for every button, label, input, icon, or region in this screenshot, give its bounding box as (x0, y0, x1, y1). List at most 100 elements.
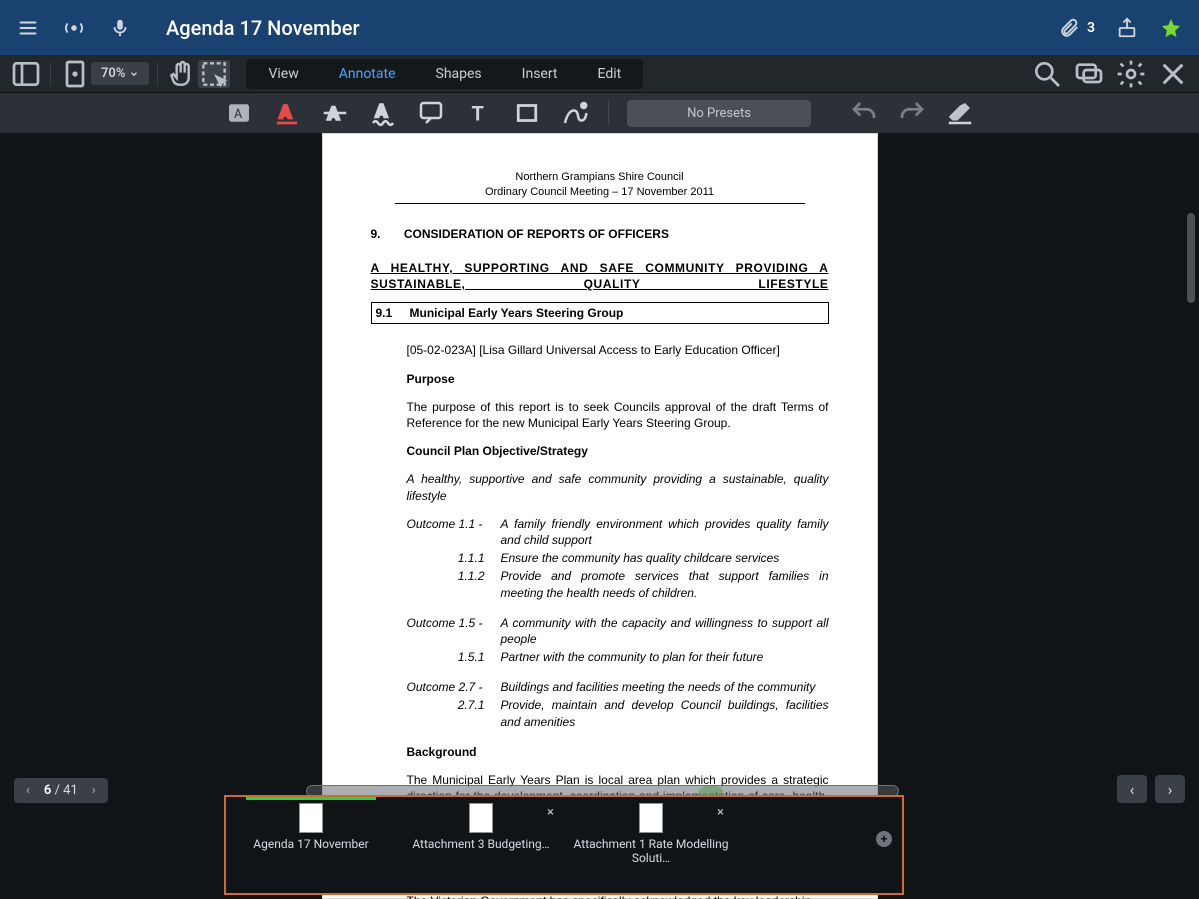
undo-icon[interactable] (849, 98, 879, 128)
app-title-bar: Agenda 17 November 3 (0, 0, 1199, 55)
tab-thumbnail (299, 803, 323, 833)
subsection-title: Municipal Early Years Steering Group (410, 305, 624, 321)
outcome-text: Partner with the community to plan for t… (501, 649, 829, 665)
tab-shapes[interactable]: Shapes (416, 61, 502, 87)
squiggle-icon[interactable]: A (368, 98, 398, 128)
outcome-label: Outcome 2.7 - (407, 679, 485, 695)
tab-close-icon[interactable]: × (547, 805, 554, 820)
outcome-row (407, 667, 829, 677)
outcome-label: 2.7.1 (407, 697, 485, 729)
star-icon[interactable] (1159, 16, 1183, 40)
outcome-row: 2.7.1 Provide, maintain and develop Counc… (407, 697, 829, 729)
outcome-text: Ensure the community has quality childca… (501, 550, 829, 566)
zoom-dropdown[interactable]: 70% (91, 62, 149, 85)
strategy-text: A healthy, supportive and safe community… (407, 471, 829, 503)
underline-icon[interactable]: A (272, 98, 302, 128)
header-rule (395, 203, 805, 204)
tab-close-icon[interactable]: × (717, 805, 724, 820)
section-title: CONSIDERATION OF REPORTS OF OFFICERS (404, 227, 669, 241)
outcome-row: Outcome 1.1 -A family friendly environme… (407, 516, 829, 548)
outcome-text: A family friendly environment which prov… (501, 516, 829, 548)
rectangle-tool-icon[interactable] (512, 98, 542, 128)
annotate-toolbar: A A A A T No Presets (0, 93, 1199, 133)
add-tab-button[interactable]: + (876, 831, 892, 847)
document-viewer[interactable]: Northern Grampians Shire Council Ordinar… (0, 133, 1199, 899)
tab-insert[interactable]: Insert (502, 61, 578, 87)
attachment-count: 3 (1087, 20, 1095, 36)
tab-label: Attachment 1 Rate Modelling Soluti… (566, 837, 736, 866)
page-number-display[interactable]: 6 / 41 (44, 783, 78, 798)
nav-back-button[interactable]: ‹ (1117, 775, 1147, 803)
select-tool-icon[interactable] (198, 60, 230, 88)
panel-toggle-icon[interactable] (10, 60, 42, 88)
search-icon[interactable] (1031, 60, 1063, 88)
outcome-text: Buildings and facilities meeting the nee… (501, 679, 829, 695)
tab-thumbnail (639, 803, 663, 833)
reference-line: [05-02-023A] [Lisa Gillard Universal Acc… (407, 342, 829, 358)
document-tab[interactable]: Attachment 1 Rate Modelling Soluti… × (566, 803, 736, 893)
scrollbar-thumb[interactable] (1187, 213, 1195, 303)
nav-forward-button[interactable]: › (1155, 775, 1185, 803)
strikethrough-icon[interactable]: A (320, 98, 350, 128)
main-toolbar: 70% View Annotate Shapes Insert Edit (0, 55, 1199, 93)
outcome-text: Provide, maintain and develop Council bu… (501, 697, 829, 729)
outcome-label: Outcome 1.5 - (407, 615, 485, 647)
freehand-tool-icon[interactable] (560, 98, 590, 128)
document-tab[interactable]: Attachment 3 Budgeting… × (396, 803, 566, 893)
share-icon[interactable] (1115, 16, 1139, 40)
outcome-row (407, 603, 829, 613)
tab-edit[interactable]: Edit (578, 61, 642, 87)
document-title: Agenda 17 November (166, 16, 360, 40)
presets-dropdown[interactable]: No Presets (627, 100, 811, 127)
tab-label: Attachment 3 Budgeting… (406, 837, 555, 851)
tab-label: Agenda 17 November (247, 837, 374, 851)
mode-tabs: View Annotate Shapes Insert Edit (246, 59, 643, 89)
highlight-area-icon[interactable]: A (224, 98, 254, 128)
comments-icon[interactable] (1073, 60, 1105, 88)
outcomes-list: Outcome 1.1 -A family friendly environme… (407, 516, 829, 730)
subsection-box: 9.1 Municipal Early Years Steering Group (371, 302, 829, 324)
outcome-row: Outcome 2.7 - Buildings and facilities me… (407, 679, 829, 695)
background-heading: Background (407, 744, 829, 760)
chevron-down-icon (129, 69, 139, 79)
tab-annotate[interactable]: Annotate (319, 61, 416, 87)
eraser-icon[interactable] (945, 98, 975, 128)
outcome-row: 1.5.1Partner with the community to plan … (407, 649, 829, 665)
section-9: 9. CONSIDERATION OF REPORTS OF OFFICERS (371, 226, 829, 242)
outcome-label: 1.1.1 (407, 550, 485, 566)
outcome-row: 1.1.2 Provide and promote services that s… (407, 568, 829, 600)
svg-text:A: A (376, 102, 388, 122)
microphone-icon[interactable] (108, 16, 132, 40)
history-nav: ‹ › (1117, 775, 1185, 803)
text-tool-icon[interactable]: T (464, 98, 494, 128)
broadcast-icon[interactable] (62, 16, 86, 40)
purpose-text: The purpose of this report is to seek Co… (407, 399, 829, 431)
document-tabs: Agenda 17 November Attachment 3 Budgeting… (224, 795, 904, 895)
section-subheading: A HEALTHY, SUPPORTING AND SAFE COMMUNITY… (371, 260, 829, 292)
close-icon[interactable] (1157, 60, 1189, 88)
purpose-heading: Purpose (407, 371, 829, 387)
document-tab[interactable]: Agenda 17 November (226, 803, 396, 893)
menu-icon[interactable] (16, 16, 40, 40)
svg-text:A: A (234, 107, 242, 122)
svg-text:A: A (280, 103, 292, 123)
outcome-row: 1.1.1 Ensure the community has quality ch… (407, 550, 829, 566)
pan-tool-icon[interactable] (166, 60, 198, 88)
paperclip-icon (1057, 16, 1081, 40)
outcome-text: Provide and promote services that suppor… (501, 568, 829, 600)
outcome-row: Outcome 1.5 -A community with the capaci… (407, 615, 829, 647)
note-icon[interactable] (416, 98, 446, 128)
next-page-icon[interactable]: › (88, 783, 100, 798)
tab-thumbnail (469, 803, 493, 833)
zoom-value: 70% (101, 66, 125, 81)
prev-page-icon[interactable]: ‹ (22, 783, 34, 798)
page-layout-icon[interactable] (59, 60, 91, 88)
section-number: 9. (371, 226, 401, 242)
settings-icon[interactable] (1115, 60, 1147, 88)
outcome-label: 1.1.2 (407, 568, 485, 600)
redo-icon[interactable] (897, 98, 927, 128)
attachments-button[interactable]: 3 (1057, 16, 1095, 40)
tab-view[interactable]: View (248, 61, 318, 87)
page-header-line1: Northern Grampians Shire Council (371, 170, 829, 185)
svg-text:T: T (472, 102, 484, 126)
